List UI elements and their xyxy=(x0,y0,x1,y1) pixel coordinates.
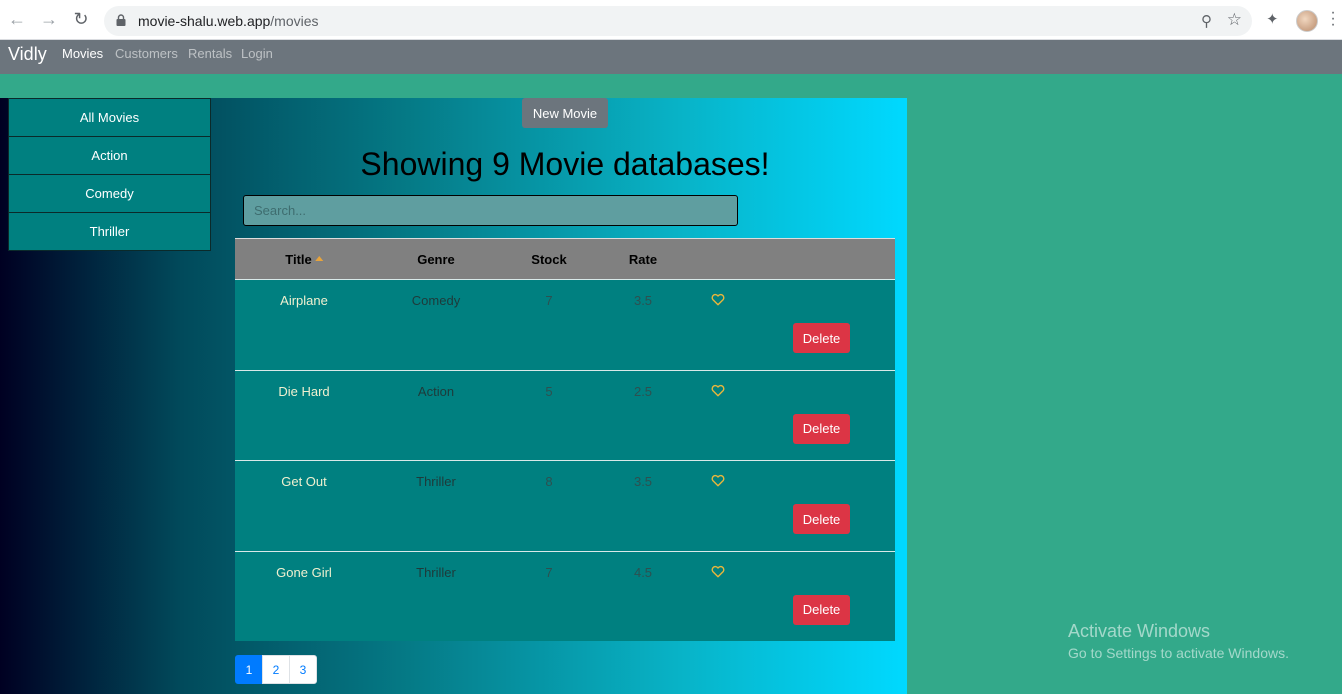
movie-stock: 7 xyxy=(545,564,553,580)
heart-icon[interactable] xyxy=(711,565,725,578)
movie-title-link[interactable]: Get Out xyxy=(281,474,327,489)
profile-avatar[interactable] xyxy=(1296,10,1318,32)
column-header-genre[interactable]: Genre xyxy=(417,252,455,267)
genre-item-action[interactable]: Action xyxy=(8,136,211,175)
new-movie-button[interactable]: New Movie xyxy=(522,98,608,128)
page-button-3[interactable]: 3 xyxy=(289,655,317,684)
heart-icon[interactable] xyxy=(711,474,725,487)
pagination: 1 2 3 xyxy=(235,655,317,684)
forward-icon[interactable]: → xyxy=(38,8,60,30)
movie-rate: 2.5 xyxy=(633,383,653,399)
nav-link-login[interactable]: Login xyxy=(241,46,273,61)
delete-button[interactable]: Delete xyxy=(793,323,850,353)
table-header: Title Genre Stock Rate xyxy=(235,238,895,279)
address-bar[interactable]: movie-shalu.web.app/movies ⚲ ☆ xyxy=(104,6,1252,36)
delete-button[interactable]: Delete xyxy=(793,594,850,625)
movie-rate: 3.5 xyxy=(633,293,653,308)
watermark-subtitle: Go to Settings to activate Windows. xyxy=(1068,645,1289,661)
menu-icon[interactable]: · · · xyxy=(1330,5,1336,33)
table-row: Die Hard Action 5 2.5 Delete xyxy=(235,369,895,461)
activate-windows-watermark: Activate Windows Go to Settings to activ… xyxy=(1068,621,1289,661)
extensions-icon[interactable]: ✦ xyxy=(1266,10,1279,28)
movie-genre: Thriller xyxy=(416,564,456,580)
movie-stock: 5 xyxy=(545,383,553,399)
movie-title-link[interactable]: Die Hard xyxy=(278,384,329,399)
url-path: /movies xyxy=(270,13,319,29)
url-text: movie-shalu.web.app/movies xyxy=(138,13,319,29)
search-input[interactable] xyxy=(243,195,738,226)
genre-item-all[interactable]: All Movies xyxy=(8,98,211,137)
sort-asc-icon xyxy=(314,256,323,261)
heart-icon[interactable] xyxy=(711,384,725,397)
genre-list: All Movies Action Comedy Thriller xyxy=(8,98,211,251)
page-title: Showing 9 Movie databases! xyxy=(360,146,770,182)
movie-stock: 7 xyxy=(545,293,553,308)
back-icon[interactable]: ← xyxy=(6,8,28,30)
movie-title-link[interactable]: Gone Girl xyxy=(276,565,332,580)
lock-icon xyxy=(116,14,126,26)
movie-rate: 4.5 xyxy=(633,564,653,580)
movie-genre: Comedy xyxy=(411,293,461,308)
table-row: Get Out Thriller 8 3.5 Delete xyxy=(235,460,895,551)
table-row: Gone Girl Thriller 7 4.5 Delete xyxy=(235,550,895,642)
nav-link-customers[interactable]: Customers xyxy=(115,46,178,61)
delete-button[interactable]: Delete xyxy=(793,504,850,534)
column-header-stock[interactable]: Stock xyxy=(531,252,566,267)
browser-toolbar: ← → ↻ movie-shalu.web.app/movies ⚲ ☆ ✦ ·… xyxy=(0,0,1342,40)
movie-genre: Action xyxy=(417,383,455,399)
nav-link-rentals[interactable]: Rentals xyxy=(188,46,232,61)
movie-title-link[interactable]: Airplane xyxy=(280,293,328,308)
column-header-rate[interactable]: Rate xyxy=(629,252,657,267)
movie-genre: Thriller xyxy=(416,474,456,489)
nav-link-movies[interactable]: Movies xyxy=(62,46,103,61)
delete-button[interactable]: Delete xyxy=(793,413,850,444)
app-navbar: Vidly Movies Customers Rentals Login xyxy=(0,40,1342,74)
watermark-title: Activate Windows xyxy=(1068,621,1211,641)
page-button-1[interactable]: 1 xyxy=(235,655,263,684)
movie-stock: 8 xyxy=(545,474,553,489)
brand-logo[interactable]: Vidly xyxy=(8,44,47,65)
table-row: Airplane Comedy 7 3.5 Delete xyxy=(235,279,895,370)
movie-rate: 3.5 xyxy=(633,474,653,489)
zoom-icon[interactable]: ⚲ xyxy=(1201,12,1212,30)
url-host: movie-shalu.web.app xyxy=(138,13,271,29)
reload-icon[interactable]: ↻ xyxy=(70,8,92,30)
star-icon[interactable]: ☆ xyxy=(1227,10,1242,30)
column-title-label: Title xyxy=(285,252,312,267)
genre-item-comedy[interactable]: Comedy xyxy=(8,174,211,213)
genre-item-thriller[interactable]: Thriller xyxy=(8,212,211,251)
heart-icon[interactable] xyxy=(711,293,725,306)
column-header-title[interactable]: Title xyxy=(285,252,323,267)
page-button-2[interactable]: 2 xyxy=(262,655,290,684)
movies-table: Title Genre Stock Rate Airplane Comedy 7… xyxy=(235,238,895,641)
